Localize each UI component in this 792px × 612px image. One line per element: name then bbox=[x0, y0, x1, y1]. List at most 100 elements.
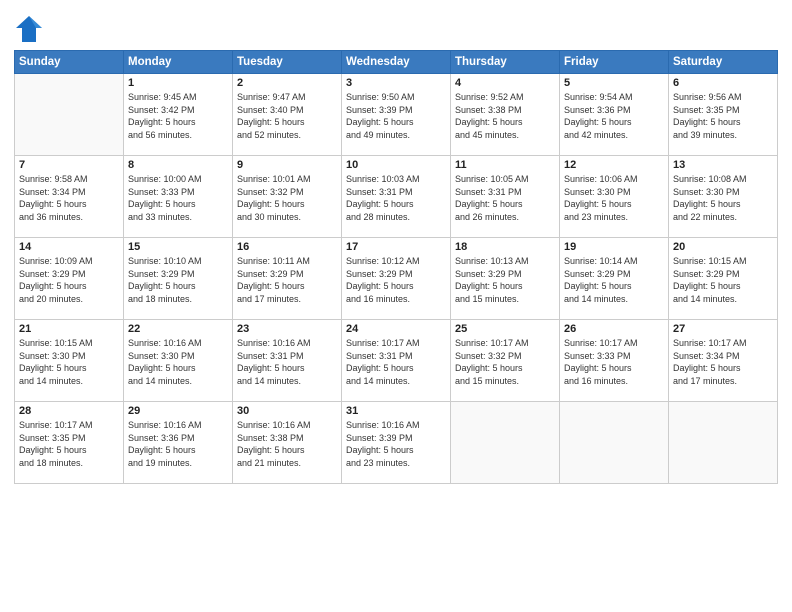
day-info: Sunrise: 10:09 AM Sunset: 3:29 PM Daylig… bbox=[19, 255, 119, 305]
day-cell: 10 Sunrise: 10:03 AM Sunset: 3:31 PM Dayl… bbox=[342, 156, 451, 238]
day-info: Sunrise: 9:50 AM Sunset: 3:39 PM Dayligh… bbox=[346, 91, 446, 141]
header-row: SundayMondayTuesdayWednesdayThursdayFrid… bbox=[15, 51, 778, 74]
header-day-thursday: Thursday bbox=[451, 51, 560, 74]
day-info: Sunrise: 10:11 AM Sunset: 3:29 PM Daylig… bbox=[237, 255, 337, 305]
day-cell bbox=[15, 74, 124, 156]
day-info: Sunrise: 10:13 AM Sunset: 3:29 PM Daylig… bbox=[455, 255, 555, 305]
header-day-wednesday: Wednesday bbox=[342, 51, 451, 74]
header-day-saturday: Saturday bbox=[669, 51, 778, 74]
day-number: 12 bbox=[564, 159, 664, 171]
day-cell bbox=[669, 402, 778, 484]
day-cell: 23 Sunrise: 10:16 AM Sunset: 3:31 PM Dayl… bbox=[233, 320, 342, 402]
day-info: Sunrise: 10:15 AM Sunset: 3:30 PM Daylig… bbox=[19, 337, 119, 387]
day-cell: 20 Sunrise: 10:15 AM Sunset: 3:29 PM Dayl… bbox=[669, 238, 778, 320]
day-number: 6 bbox=[673, 77, 773, 89]
day-info: Sunrise: 10:12 AM Sunset: 3:29 PM Daylig… bbox=[346, 255, 446, 305]
day-info: Sunrise: 10:06 AM Sunset: 3:30 PM Daylig… bbox=[564, 173, 664, 223]
day-number: 29 bbox=[128, 405, 228, 417]
day-number: 23 bbox=[237, 323, 337, 335]
day-number: 1 bbox=[128, 77, 228, 89]
day-number: 19 bbox=[564, 241, 664, 253]
logo-icon bbox=[14, 14, 44, 44]
day-info: Sunrise: 10:10 AM Sunset: 3:29 PM Daylig… bbox=[128, 255, 228, 305]
day-cell: 4 Sunrise: 9:52 AM Sunset: 3:38 PM Daylig… bbox=[451, 74, 560, 156]
day-number: 16 bbox=[237, 241, 337, 253]
day-cell: 9Sunrise: 10:01 AM Sunset: 3:32 PM Dayli… bbox=[233, 156, 342, 238]
day-cell: 30 Sunrise: 10:16 AM Sunset: 3:38 PM Dayl… bbox=[233, 402, 342, 484]
header-day-tuesday: Tuesday bbox=[233, 51, 342, 74]
day-cell: 8Sunrise: 10:00 AM Sunset: 3:33 PM Dayli… bbox=[124, 156, 233, 238]
day-number: 11 bbox=[455, 159, 555, 171]
header-day-sunday: Sunday bbox=[15, 51, 124, 74]
day-cell: 15 Sunrise: 10:10 AM Sunset: 3:29 PM Dayl… bbox=[124, 238, 233, 320]
calendar-body: 1 Sunrise: 9:45 AM Sunset: 3:42 PM Daylig… bbox=[15, 74, 778, 484]
week-row-1: 1 Sunrise: 9:45 AM Sunset: 3:42 PM Daylig… bbox=[15, 74, 778, 156]
day-cell: 19Sunrise: 10:14 AM Sunset: 3:29 PM Dayl… bbox=[560, 238, 669, 320]
day-cell: 7Sunrise: 9:58 AM Sunset: 3:34 PM Daylig… bbox=[15, 156, 124, 238]
day-number: 2 bbox=[237, 77, 337, 89]
page: SundayMondayTuesdayWednesdayThursdayFrid… bbox=[0, 0, 792, 612]
day-cell: 11 Sunrise: 10:05 AM Sunset: 3:31 PM Dayl… bbox=[451, 156, 560, 238]
week-row-3: 14 Sunrise: 10:09 AM Sunset: 3:29 PM Dayl… bbox=[15, 238, 778, 320]
logo bbox=[14, 14, 46, 44]
week-row-2: 7Sunrise: 9:58 AM Sunset: 3:34 PM Daylig… bbox=[15, 156, 778, 238]
day-number: 10 bbox=[346, 159, 446, 171]
day-info: Sunrise: 10:08 AM Sunset: 3:30 PM Daylig… bbox=[673, 173, 773, 223]
day-cell bbox=[451, 402, 560, 484]
day-number: 31 bbox=[346, 405, 446, 417]
day-number: 25 bbox=[455, 323, 555, 335]
header-day-monday: Monday bbox=[124, 51, 233, 74]
day-info: Sunrise: 10:17 AM Sunset: 3:32 PM Daylig… bbox=[455, 337, 555, 387]
day-number: 7 bbox=[19, 159, 119, 171]
day-info: Sunrise: 9:56 AM Sunset: 3:35 PM Dayligh… bbox=[673, 91, 773, 141]
day-info: Sunrise: 10:16 AM Sunset: 3:39 PM Daylig… bbox=[346, 419, 446, 469]
day-cell: 27 Sunrise: 10:17 AM Sunset: 3:34 PM Dayl… bbox=[669, 320, 778, 402]
header-day-friday: Friday bbox=[560, 51, 669, 74]
day-cell: 28 Sunrise: 10:17 AM Sunset: 3:35 PM Dayl… bbox=[15, 402, 124, 484]
day-info: Sunrise: 10:16 AM Sunset: 3:31 PM Daylig… bbox=[237, 337, 337, 387]
day-cell: 31 Sunrise: 10:16 AM Sunset: 3:39 PM Dayl… bbox=[342, 402, 451, 484]
day-info: Sunrise: 10:00 AM Sunset: 3:33 PM Daylig… bbox=[128, 173, 228, 223]
day-cell: 26Sunrise: 10:17 AM Sunset: 3:33 PM Dayl… bbox=[560, 320, 669, 402]
day-info: Sunrise: 10:03 AM Sunset: 3:31 PM Daylig… bbox=[346, 173, 446, 223]
day-number: 4 bbox=[455, 77, 555, 89]
day-number: 13 bbox=[673, 159, 773, 171]
day-number: 26 bbox=[564, 323, 664, 335]
day-cell bbox=[560, 402, 669, 484]
day-cell: 1 Sunrise: 9:45 AM Sunset: 3:42 PM Daylig… bbox=[124, 74, 233, 156]
day-info: Sunrise: 10:17 AM Sunset: 3:31 PM Daylig… bbox=[346, 337, 446, 387]
header bbox=[14, 10, 778, 44]
calendar-header: SundayMondayTuesdayWednesdayThursdayFrid… bbox=[15, 51, 778, 74]
day-number: 30 bbox=[237, 405, 337, 417]
day-cell: 14 Sunrise: 10:09 AM Sunset: 3:29 PM Dayl… bbox=[15, 238, 124, 320]
day-cell: 16 Sunrise: 10:11 AM Sunset: 3:29 PM Dayl… bbox=[233, 238, 342, 320]
day-info: Sunrise: 10:16 AM Sunset: 3:38 PM Daylig… bbox=[237, 419, 337, 469]
day-cell: 6 Sunrise: 9:56 AM Sunset: 3:35 PM Daylig… bbox=[669, 74, 778, 156]
week-row-4: 21Sunrise: 10:15 AM Sunset: 3:30 PM Dayl… bbox=[15, 320, 778, 402]
day-number: 14 bbox=[19, 241, 119, 253]
day-number: 28 bbox=[19, 405, 119, 417]
day-cell: 17Sunrise: 10:12 AM Sunset: 3:29 PM Dayl… bbox=[342, 238, 451, 320]
day-info: Sunrise: 10:15 AM Sunset: 3:29 PM Daylig… bbox=[673, 255, 773, 305]
day-info: Sunrise: 10:01 AM Sunset: 3:32 PM Daylig… bbox=[237, 173, 337, 223]
day-number: 20 bbox=[673, 241, 773, 253]
day-cell: 21Sunrise: 10:15 AM Sunset: 3:30 PM Dayl… bbox=[15, 320, 124, 402]
day-number: 27 bbox=[673, 323, 773, 335]
day-info: Sunrise: 9:45 AM Sunset: 3:42 PM Dayligh… bbox=[128, 91, 228, 141]
day-info: Sunrise: 10:16 AM Sunset: 3:30 PM Daylig… bbox=[128, 337, 228, 387]
day-cell: 3 Sunrise: 9:50 AM Sunset: 3:39 PM Daylig… bbox=[342, 74, 451, 156]
day-info: Sunrise: 10:17 AM Sunset: 3:35 PM Daylig… bbox=[19, 419, 119, 469]
day-info: Sunrise: 10:05 AM Sunset: 3:31 PM Daylig… bbox=[455, 173, 555, 223]
day-cell: 5Sunrise: 9:54 AM Sunset: 3:36 PM Daylig… bbox=[560, 74, 669, 156]
calendar: SundayMondayTuesdayWednesdayThursdayFrid… bbox=[14, 50, 778, 484]
day-cell: 12 Sunrise: 10:06 AM Sunset: 3:30 PM Dayl… bbox=[560, 156, 669, 238]
day-info: Sunrise: 9:52 AM Sunset: 3:38 PM Dayligh… bbox=[455, 91, 555, 141]
day-info: Sunrise: 10:17 AM Sunset: 3:34 PM Daylig… bbox=[673, 337, 773, 387]
day-cell: 25 Sunrise: 10:17 AM Sunset: 3:32 PM Dayl… bbox=[451, 320, 560, 402]
day-cell: 13 Sunrise: 10:08 AM Sunset: 3:30 PM Dayl… bbox=[669, 156, 778, 238]
day-info: Sunrise: 10:16 AM Sunset: 3:36 PM Daylig… bbox=[128, 419, 228, 469]
day-cell: 24Sunrise: 10:17 AM Sunset: 3:31 PM Dayl… bbox=[342, 320, 451, 402]
day-number: 5 bbox=[564, 77, 664, 89]
day-number: 3 bbox=[346, 77, 446, 89]
day-number: 15 bbox=[128, 241, 228, 253]
